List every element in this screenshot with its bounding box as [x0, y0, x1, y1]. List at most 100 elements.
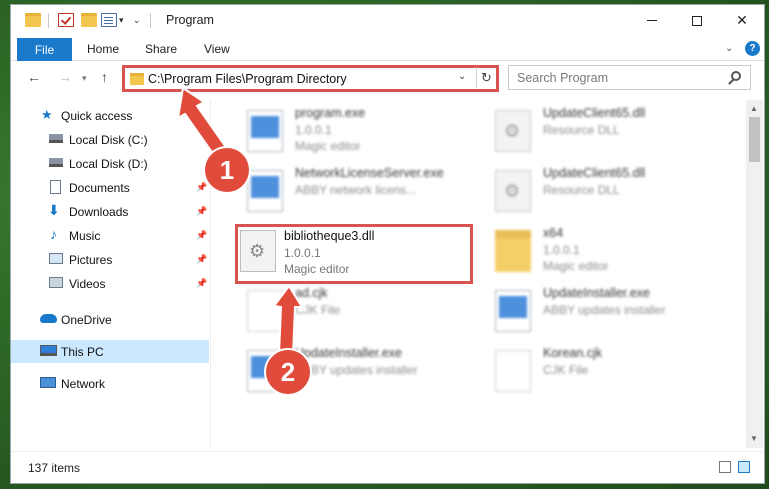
file-name: NetworkLicenseServer.exe [295, 166, 444, 180]
back-button[interactable]: ← [27, 69, 41, 85]
sidebar-item-onedrive[interactable]: OneDrive [11, 308, 209, 331]
download-icon: ⬇ [48, 202, 60, 218]
sidebar-item-videos[interactable]: Videos 📌 [11, 272, 209, 295]
sidebar-item-label: This PC [61, 344, 104, 359]
scroll-thumb[interactable] [749, 117, 760, 162]
ribbon: File Home Share View ⌄ ? [11, 36, 764, 61]
file-name: UpdateClient65.dll [543, 106, 646, 120]
file-version: 1.0.0.1 [543, 243, 580, 257]
dll-icon [240, 230, 276, 272]
drive-icon [49, 134, 63, 143]
sidebar-item-label: Local Disk (D:) [69, 156, 148, 171]
cloud-icon [40, 314, 57, 323]
up-button[interactable]: ↑ [101, 69, 108, 85]
file-description: CJK File [295, 303, 341, 317]
pin-icon[interactable]: 📌 [196, 206, 207, 217]
file-item-highlighted[interactable]: bibliotheque3.dll 1.0.0.1 Magic editor [235, 224, 473, 284]
sidebar-item-label: Local Disk (C:) [69, 132, 148, 147]
pin-icon[interactable]: 📌 [196, 182, 207, 193]
file-item[interactable]: UpdateClient65.dll Resource DLL [489, 166, 724, 226]
address-path[interactable]: C:\Program Files\Program Directory [148, 72, 347, 86]
pin-icon[interactable]: 📌 [196, 254, 207, 265]
sidebar-item-downloads[interactable]: ⬇ Downloads 📌 [11, 200, 209, 223]
sidebar-item-pictures[interactable]: Pictures 📌 [11, 248, 209, 271]
sidebar-item-label: Downloads [69, 204, 129, 219]
exe-icon [247, 170, 283, 212]
sidebar-item-label: Network [61, 376, 106, 391]
tab-view[interactable]: View [204, 42, 230, 56]
qat-more-icon[interactable]: ⌄ [133, 15, 141, 26]
videos-icon [49, 277, 63, 288]
sidebar-item-network[interactable]: Network [11, 372, 209, 395]
pin-icon[interactable]: 📌 [196, 278, 207, 289]
file-item[interactable]: UpdateInstaller.exe ABBY updates install… [489, 286, 724, 346]
sidebar-item-label: Quick access [61, 108, 133, 123]
new-folder-icon[interactable] [81, 13, 97, 27]
expand-ribbon-icon[interactable]: ⌄ [725, 43, 733, 54]
tab-file[interactable]: File [17, 38, 72, 61]
sidebar-item-this-pc[interactable]: This PC [11, 340, 209, 363]
file-version: 1.0.0.1 [284, 246, 321, 260]
file-item[interactable]: UpdateClient65.dll Resource DLL [489, 106, 724, 166]
details-view-icon[interactable] [719, 461, 731, 473]
properties-check-icon[interactable] [58, 13, 74, 27]
maximize-button[interactable] [674, 5, 720, 36]
scroll-up-icon[interactable]: ▲ [750, 104, 758, 113]
scroll-down-icon[interactable]: ▼ [750, 434, 758, 443]
sidebar-item-documents[interactable]: Documents 📌 [11, 176, 209, 199]
file-description: Magic editor [543, 259, 609, 273]
sidebar-item-label: Music [69, 228, 101, 243]
large-icons-view-icon[interactable] [738, 461, 750, 473]
file-name: bibliotheque3.dll [284, 229, 375, 243]
toolbar-separator [48, 13, 49, 28]
file-name: program.exe [295, 106, 366, 120]
sidebar-item-label: OneDrive [61, 312, 112, 327]
pin-icon[interactable]: 📌 [196, 230, 207, 241]
tab-home[interactable]: Home [87, 42, 119, 56]
doc-icon [247, 290, 283, 332]
minimize-icon [647, 20, 657, 21]
maximize-icon [692, 15, 702, 26]
file-version: 1.0.0.1 [295, 123, 332, 137]
address-dropdown-icon[interactable]: ⌄ [458, 71, 466, 82]
customize-qat-icon[interactable] [101, 13, 117, 27]
sidebar-item-label: Pictures [69, 252, 113, 267]
item-count: 137 items [28, 461, 81, 475]
file-description: Resource DLL [543, 123, 620, 137]
dll-icon [495, 170, 531, 212]
file-item[interactable]: x64 1.0.0.1 Magic editor [489, 226, 724, 286]
search-input[interactable]: Search Program [517, 71, 608, 85]
minimize-button[interactable] [629, 5, 675, 36]
search-icon [731, 71, 741, 81]
pictures-icon [49, 253, 63, 264]
exe-icon [495, 290, 531, 332]
sidebar-item-local-disk-c[interactable]: Local Disk (C:) [11, 128, 209, 151]
navigation-pane: ★ Quick access Local Disk (C:) Local Dis… [11, 100, 211, 448]
refresh-button[interactable]: ↻ [476, 67, 496, 88]
close-icon: ✕ [736, 12, 748, 28]
address-bar[interactable]: C:\Program Files\Program Directory ⌄ ↻ [122, 65, 499, 92]
qat-dropdown-icon[interactable]: ▾ [119, 15, 124, 26]
navigation-bar: ← → ▾ ↑ C:\Program Files\Program Directo… [11, 63, 764, 95]
search-box[interactable]: Search Program [508, 65, 751, 90]
sidebar-item-quick-access[interactable]: ★ Quick access [11, 104, 209, 127]
doc-icon [495, 350, 531, 392]
file-name: UpdateClient65.dll [543, 166, 646, 180]
step-1-badge: 1 [205, 148, 249, 192]
file-item[interactable]: program.exe 1.0.0.1 Magic editor [241, 106, 476, 166]
help-icon[interactable]: ? [745, 41, 760, 56]
folder-icon [495, 230, 531, 272]
vertical-scrollbar[interactable]: ▲ ▼ [746, 100, 763, 448]
forward-button[interactable]: → [58, 69, 72, 85]
sidebar-item-music[interactable]: ♪ Music 📌 [11, 224, 209, 247]
sidebar-item-local-disk-d[interactable]: Local Disk (D:) [11, 152, 209, 175]
file-item[interactable]: ad.cjk CJK File [241, 286, 476, 346]
file-name: x64 [543, 226, 564, 240]
file-item[interactable]: Korean.cjk CJK File [489, 346, 724, 406]
close-button[interactable]: ✕ [719, 5, 765, 36]
recent-locations-icon[interactable]: ▾ [82, 73, 87, 84]
file-item[interactable]: NetworkLicenseServer.exe ABBY network li… [241, 166, 476, 226]
file-description: Resource DLL [543, 183, 620, 197]
tab-share[interactable]: Share [145, 42, 177, 56]
computer-icon [40, 345, 57, 356]
